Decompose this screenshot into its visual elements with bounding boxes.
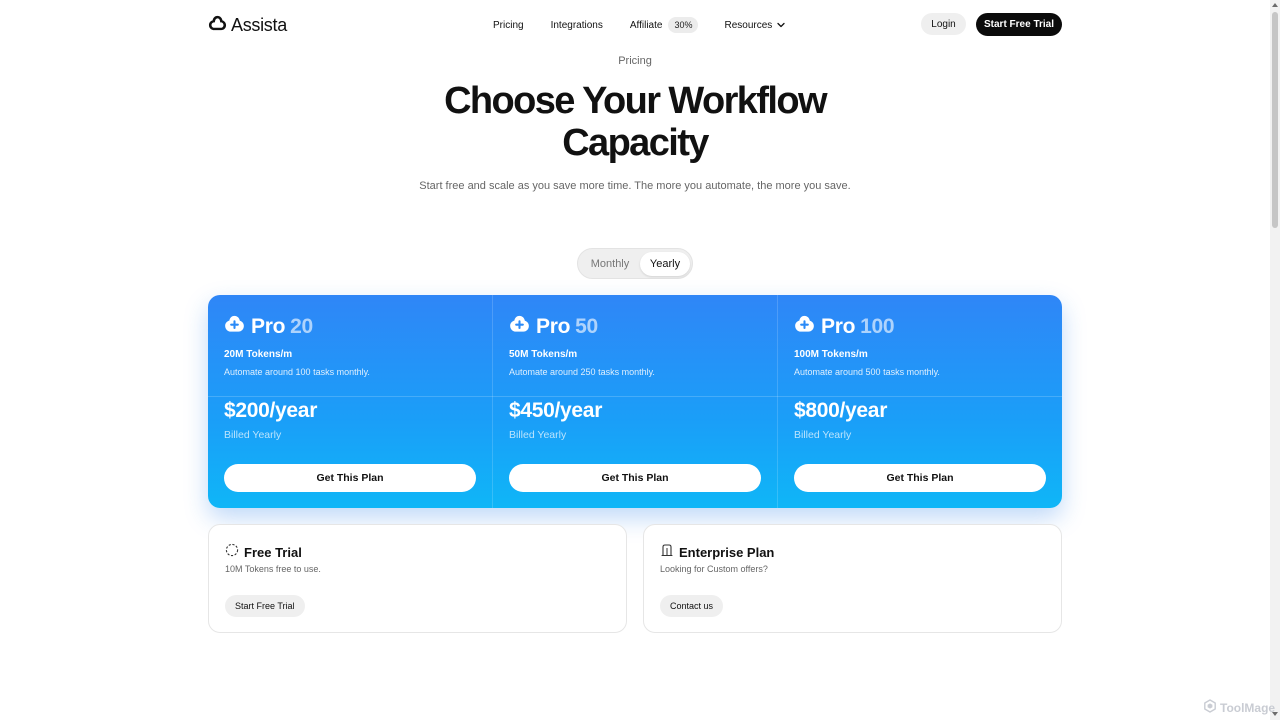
pro-plans-panel: Pro 20 20M Tokens/m Automate around 100 t… [208, 295, 1062, 508]
building-icon [660, 543, 674, 562]
section-eyebrow: Pricing [618, 55, 652, 67]
plan-tier: 20 [290, 314, 313, 338]
plan-title: Pro 20 [251, 315, 313, 339]
watermark-logo-icon [1203, 699, 1217, 716]
site-header: Assista Pricing Integrations Affiliate 3… [0, 0, 1270, 48]
toggle-monthly[interactable]: Monthly [581, 252, 639, 276]
nav-affiliate-label: Affiliate [629, 19, 663, 31]
watermark-text: ToolMage [1220, 700, 1276, 715]
card-title: Enterprise Plan [679, 545, 775, 560]
scroll-up-arrow-icon[interactable] [1272, 3, 1278, 7]
plan-billing-note: Billed Yearly [794, 429, 852, 441]
card-description: 10M Tokens free to use. [225, 564, 321, 574]
plan-billing-note: Billed Yearly [224, 429, 282, 441]
plan-card-pro-100: Pro 100 100M Tokens/m Automate around 500… [777, 295, 1062, 508]
plan-price: $800/year [794, 399, 888, 422]
nav-affiliate[interactable]: Affiliate 30% [630, 17, 699, 33]
plan-billing-note: Billed Yearly [509, 429, 567, 441]
card-title: Free Trial [244, 545, 302, 560]
plan-tokens: 100M Tokens/m [794, 349, 868, 360]
nav-pricing[interactable]: Pricing [493, 20, 524, 31]
chevron-down-icon [776, 20, 786, 30]
page-title-line-2: Capacity [562, 122, 709, 164]
toggle-yearly[interactable]: Yearly [640, 252, 690, 276]
nav-integrations[interactable]: Integrations [551, 20, 603, 31]
plan-card-pro-20: Pro 20 20M Tokens/m Automate around 100 t… [208, 295, 492, 508]
start-free-trial-button[interactable]: Start Free Trial [976, 13, 1062, 36]
free-trial-card: Free Trial 10M Tokens free to use. Start… [208, 524, 627, 633]
plan-title: Pro 100 [821, 314, 895, 339]
plan-header: Pro 20 [224, 314, 313, 339]
plan-description: Automate around 250 tasks monthly. [509, 367, 655, 377]
brand-name: Assista [231, 15, 287, 35]
get-plan-button-pro-50[interactable]: Get This Plan [509, 464, 761, 492]
plan-name: Pro [821, 314, 856, 338]
plan-description: Automate around 500 tasks monthly. [794, 367, 940, 377]
plan-description: Automate around 100 tasks monthly. [224, 367, 370, 377]
page-title: Choose Your Workflow Capacity [0, 80, 1270, 164]
card-header: Enterprise Plan [660, 543, 774, 562]
plan-price: $200/year [224, 399, 318, 422]
plan-card-pro-50: Pro 50 50M Tokens/m Automate around 250 t… [492, 295, 777, 508]
cloud-plus-icon [509, 314, 530, 339]
plan-tier: 50 [575, 314, 598, 338]
cloud-plus-icon [794, 314, 815, 339]
page-title-line-1: Choose Your Workflow [444, 80, 827, 122]
login-button[interactable]: Login [921, 13, 966, 35]
plan-tokens: 20M Tokens/m [224, 349, 293, 360]
card-description: Looking for Custom offers? [660, 564, 768, 574]
plan-tokens: 50M Tokens/m [509, 349, 578, 360]
nav-resources[interactable]: Resources [724, 20, 786, 31]
page-scrollbar[interactable] [1270, 0, 1280, 720]
main-nav: Pricing Integrations Affiliate 30% Resou… [493, 17, 786, 33]
watermark: ToolMage [1203, 699, 1275, 716]
affiliate-badge: 30% [668, 17, 699, 33]
get-plan-button-pro-100[interactable]: Get This Plan [794, 464, 1046, 492]
card-header: Free Trial [225, 543, 302, 562]
plan-name: Pro [251, 314, 286, 338]
enterprise-plan-card: Enterprise Plan Looking for Custom offer… [643, 524, 1062, 633]
plan-header: Pro 100 [794, 314, 895, 339]
dashed-circle-icon [225, 543, 239, 562]
billing-period-toggle: Monthly Yearly [577, 248, 693, 279]
plan-name: Pro [536, 314, 571, 338]
cloud-plus-icon [224, 314, 245, 339]
brand-logo[interactable]: Assista [208, 14, 287, 37]
free-trial-button[interactable]: Start Free Trial [225, 595, 305, 617]
plan-header: Pro 50 [509, 314, 598, 339]
nav-resources-label: Resources [724, 19, 773, 31]
plan-tier: 100 [860, 314, 895, 338]
page-subtitle: Start free and scale as you save more ti… [419, 180, 851, 192]
scroll-thumb[interactable] [1272, 12, 1278, 228]
assista-cloud-logo-icon [208, 14, 227, 37]
contact-us-button[interactable]: Contact us [660, 595, 724, 617]
plan-price: $450/year [509, 399, 603, 422]
get-plan-button-pro-20[interactable]: Get This Plan [224, 464, 476, 492]
plan-title: Pro 50 [536, 315, 598, 339]
